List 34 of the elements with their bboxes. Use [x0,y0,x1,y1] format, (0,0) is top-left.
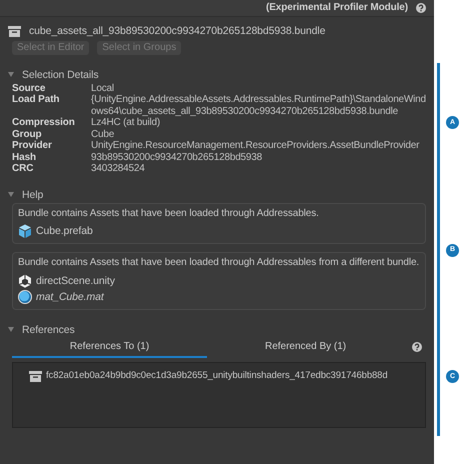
field-value: Local [91,82,114,94]
field-value: 3403284524 [91,163,145,175]
module-title: (Experimental Profiler Module) [266,2,408,14]
field-value: Cube [91,128,114,140]
reference-item[interactable]: fc82a01eb0a24b9bd9c0ec1d3a9b2655_unitybuiltinshaders_417edbc391746bb88d [46,371,388,382]
help-message: Bundle contains Assets that have been loaded through Addressables from a different bundle. [18,257,420,269]
tab[interactable]: References To (1) [12,338,208,358]
asset-name[interactable]: Cube.prefab [36,225,93,238]
help-message: Bundle contains Assets that have been loaded through Addressables. [18,208,320,220]
field-label: CRC [12,163,34,175]
foldout-header[interactable]: Help [8,186,426,203]
field-value: {UnityEngine.AddressableAssets.Addressables.RuntimePath}\StandaloneWindows64\cube_assets_all_93b89530200c9934270b265128bd5938.bundle [91,94,426,118]
help-icon[interactable] [416,3,426,13]
field-value: 93b89530200c9934270b265128bd5938 [91,152,262,164]
archive-icon [29,371,42,382]
foldout-header[interactable]: References [8,322,426,338]
foldout-header[interactable]: Selection Details [8,66,426,83]
cube-icon [18,224,32,238]
field-label: Compression [12,117,76,129]
field-label: Provider [12,140,53,152]
field-label: Group [12,128,42,140]
unity-cube-icon [18,274,32,288]
tab[interactable]: Referenced By (1) [207,338,404,358]
asset-name[interactable]: mat_Cube.mat [36,290,104,303]
field-value: UnityEngine.ResourceManagement.ResourceProviders.AssetBundleProvider [91,140,420,152]
help-icon[interactable] [412,342,422,352]
field-label: Load Path [12,94,60,108]
sphere-icon [18,290,32,304]
field-label: Hash [12,152,38,164]
field-value: Lz4HC (at build) [91,117,160,129]
asset-name[interactable]: directScene.unity [36,274,115,287]
archive-icon [8,26,21,37]
field-label: Source [12,82,46,94]
bundle-name: cube_assets_all_93b89530200c9934270b265128bd5938.bundle [29,25,326,38]
